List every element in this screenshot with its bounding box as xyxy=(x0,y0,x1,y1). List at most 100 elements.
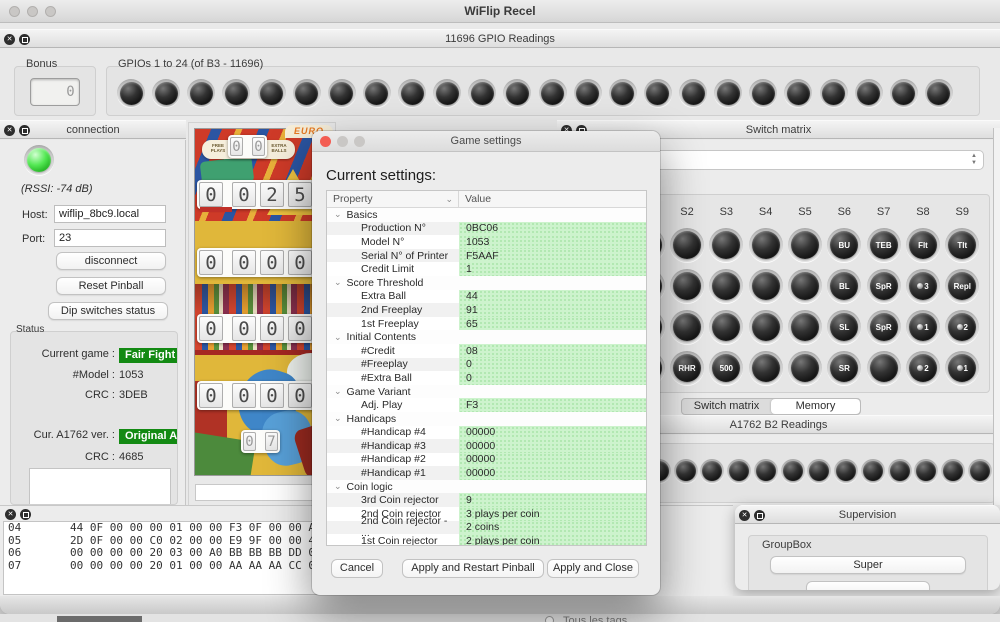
switch-button[interactable] xyxy=(791,313,819,341)
collapse-chevron-icon[interactable]: ⌄ xyxy=(334,332,342,343)
led-indicator xyxy=(855,79,883,107)
switch-button[interactable]: SpR xyxy=(870,272,898,300)
collapse-chevron-icon[interactable]: ⌄ xyxy=(334,481,342,492)
tab-switch-matrix[interactable]: Switch matrix xyxy=(682,399,771,414)
value-cell[interactable]: 65 xyxy=(459,317,646,331)
settings-group-row[interactable]: ⌄Initial Contents xyxy=(327,330,646,344)
switch-button[interactable] xyxy=(712,231,740,259)
switch-button[interactable]: 1 xyxy=(948,354,976,382)
collapse-chevron-icon[interactable]: ⌄ xyxy=(334,277,342,288)
switch-button[interactable]: 2 xyxy=(909,354,937,382)
tab-memory-inspection[interactable]: Memory inspection xyxy=(771,399,860,414)
dip-switches-button[interactable]: Dip switches status xyxy=(48,302,168,320)
bonus-digit: 0 xyxy=(64,83,77,102)
settings-group-row[interactable]: ⌄Score Threshold xyxy=(327,276,646,290)
value-cell[interactable]: 3 plays per coin xyxy=(459,507,646,521)
switch-button[interactable] xyxy=(870,354,898,382)
super-button[interactable]: Super xyxy=(770,556,966,574)
led-off xyxy=(916,461,936,481)
switch-button[interactable] xyxy=(791,354,819,382)
partial-button[interactable] xyxy=(806,581,930,590)
hex-bytes: 00 00 00 00 20 03 00 A0 BB BB BB DD 0F xyxy=(70,547,322,560)
settings-group-row[interactable]: ⌄Game Variant xyxy=(327,385,646,399)
value-cell[interactable]: 00000 xyxy=(459,439,646,453)
switch-button[interactable]: 2 xyxy=(948,313,976,341)
switch-button[interactable]: Repl xyxy=(948,272,976,300)
switch-button[interactable] xyxy=(752,313,780,341)
led-off xyxy=(702,461,722,481)
float-panel-icon[interactable] xyxy=(20,509,31,520)
switch-button[interactable] xyxy=(673,313,701,341)
supervision-header: ✕ Supervision xyxy=(735,505,1000,524)
switch-button[interactable] xyxy=(791,272,819,300)
settings-row: 3rd Coin rejector9 xyxy=(327,493,646,507)
disconnect-button[interactable]: disconnect xyxy=(56,252,166,270)
reset-pinball-button[interactable]: Reset Pinball xyxy=(56,277,166,295)
value-cell[interactable]: 00000 xyxy=(459,453,646,467)
status-groupbox: Current game : Fair Fight #Model : 1053 … xyxy=(10,331,178,505)
value-cell[interactable]: 0BC06 xyxy=(459,222,646,236)
collapse-chevron-icon[interactable]: ⌄ xyxy=(334,413,342,424)
led-indicator xyxy=(727,459,751,483)
switch-button[interactable]: SL xyxy=(830,313,858,341)
switch-button[interactable]: 500 xyxy=(712,354,740,382)
settings-group-row[interactable]: ⌄Handicaps xyxy=(327,412,646,426)
switch-label xyxy=(752,231,780,259)
switch-button[interactable]: Tlt xyxy=(948,231,976,259)
collapse-chevron-icon[interactable]: ⌄ xyxy=(334,386,342,397)
value-cell[interactable]: 2 coins xyxy=(459,521,646,535)
host-input[interactable]: wiflip_8bc9.local xyxy=(54,205,166,223)
led-off xyxy=(836,461,856,481)
switch-button[interactable]: TEB xyxy=(870,231,898,259)
switch-button[interactable] xyxy=(752,231,780,259)
side-scroll-sliver[interactable] xyxy=(993,128,1000,505)
switch-button[interactable] xyxy=(712,313,740,341)
value-cell[interactable]: F5AAF xyxy=(459,249,646,263)
property-column-header[interactable]: Property⌄ xyxy=(327,191,459,207)
value-cell[interactable]: F3 xyxy=(459,398,646,412)
display-digit: 0 xyxy=(252,137,265,156)
settings-row: Serial N° of PrinterF5AAF xyxy=(327,249,646,263)
value-cell[interactable]: 44 xyxy=(459,290,646,304)
value-cell[interactable]: 0 xyxy=(459,358,646,372)
settings-group-row[interactable]: ⌄Coin logic xyxy=(327,480,646,494)
switch-button[interactable]: 1 xyxy=(909,313,937,341)
value-cell[interactable]: 0 xyxy=(459,371,646,385)
switch-button-recess xyxy=(749,269,783,303)
settings-group-row[interactable]: ⌄Basics xyxy=(327,208,646,222)
apply-restart-button[interactable]: Apply and Restart Pinball xyxy=(402,559,544,578)
collapse-chevron-icon[interactable]: ⌄ xyxy=(334,209,342,220)
switch-button[interactable]: RHR xyxy=(673,354,701,382)
switch-button[interactable] xyxy=(752,354,780,382)
value-cell[interactable]: 1 xyxy=(459,262,646,276)
switch-button[interactable]: BU xyxy=(830,231,858,259)
switch-label xyxy=(673,231,701,259)
switch-button[interactable] xyxy=(791,231,819,259)
switch-button[interactable] xyxy=(673,272,701,300)
settings-row: #Handicap #100000 xyxy=(327,466,646,480)
cancel-button[interactable]: Cancel xyxy=(331,559,383,578)
switch-button[interactable] xyxy=(673,231,701,259)
led-indicator xyxy=(820,79,848,107)
settings-rows: ⌄BasicsProduction N°0BC06Model N°1053Ser… xyxy=(327,208,646,546)
value-column-header[interactable]: Value xyxy=(459,191,646,207)
switch-button[interactable]: Flt xyxy=(909,231,937,259)
value-cell[interactable]: 1053 xyxy=(459,235,646,249)
value-cell[interactable]: 00000 xyxy=(459,426,646,440)
switch-button[interactable]: 3 xyxy=(909,272,937,300)
property-cell: Serial N° of Printer xyxy=(327,249,459,263)
switch-button[interactable]: SpR xyxy=(870,313,898,341)
switch-button[interactable]: BL xyxy=(830,272,858,300)
apply-close-button[interactable]: Apply and Close xyxy=(547,559,639,578)
value-cell[interactable]: 9 xyxy=(459,493,646,507)
value-cell[interactable]: 91 xyxy=(459,303,646,317)
close-panel-icon[interactable]: ✕ xyxy=(5,509,16,520)
value-cell[interactable]: 08 xyxy=(459,344,646,358)
value-cell[interactable]: 00000 xyxy=(459,466,646,480)
port-input[interactable]: 23 xyxy=(54,229,166,247)
switch-button[interactable]: SR xyxy=(830,354,858,382)
led-indicator xyxy=(679,79,707,107)
value-cell[interactable]: 2 plays per coin xyxy=(459,534,646,546)
switch-button[interactable] xyxy=(712,272,740,300)
switch-button[interactable] xyxy=(752,272,780,300)
